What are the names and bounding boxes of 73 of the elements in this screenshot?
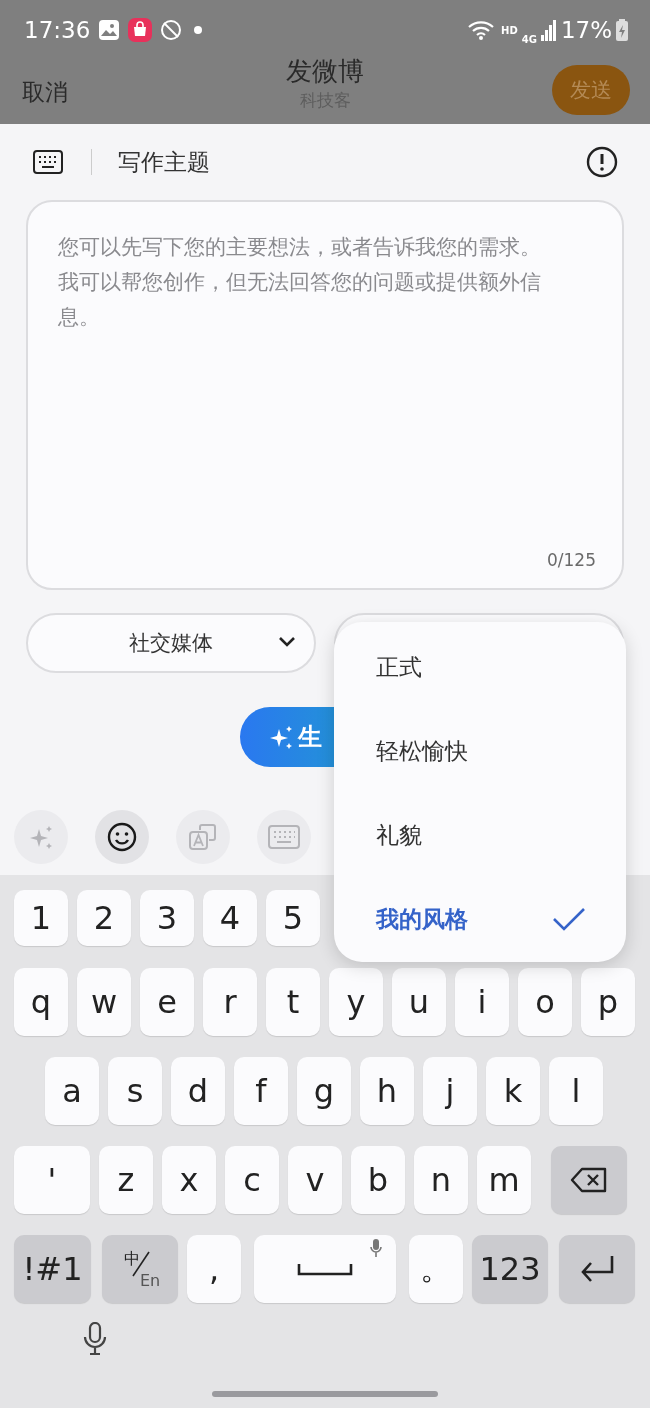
keyboard-key[interactable]: p (581, 968, 635, 1036)
keyboard-key[interactable]: j (423, 1057, 477, 1125)
keyboard-key[interactable]: o (518, 968, 572, 1036)
keyboard-key[interactable]: 3 (140, 890, 194, 946)
keyboard-key[interactable]: x (162, 1146, 216, 1214)
keyboard-key[interactable]: m (477, 1146, 531, 1214)
translate-icon (188, 822, 218, 852)
keyboard-key[interactable]: n (414, 1146, 468, 1214)
keyboard-icon (268, 825, 300, 849)
check-icon (552, 907, 586, 931)
keyboard-key[interactable]: h (360, 1057, 414, 1125)
keyboard-key[interactable]: b (351, 1146, 405, 1214)
keyboard-key[interactable]: w (77, 968, 131, 1036)
keyboard-icon[interactable] (33, 150, 63, 174)
hd-label: HD (501, 24, 518, 36)
keyboard-key[interactable]: s (108, 1057, 162, 1125)
keyboard-key[interactable]: ' (14, 1146, 90, 1214)
signal-icon (540, 19, 557, 41)
page-title: 发微博 (286, 55, 364, 88)
enter-key[interactable] (559, 1235, 635, 1303)
keyboard-key[interactable]: r (203, 968, 257, 1036)
battery-percent: 17% (560, 17, 612, 43)
network-label: 4G (521, 33, 537, 45)
enter-icon (579, 1254, 615, 1284)
keyboard-key[interactable]: z (99, 1146, 153, 1214)
blocked-icon (160, 19, 183, 41)
keyboard-key[interactable]: c (225, 1146, 279, 1214)
keyboard-key[interactable]: u (392, 968, 446, 1036)
shopping-bag-icon (128, 18, 153, 42)
keyboard-key[interactable]: , (187, 1235, 241, 1303)
keyboard-key[interactable]: f (234, 1057, 288, 1125)
dropdown[interactable]: 社交媒体 (26, 613, 316, 673)
language-switch-key[interactable]: 中 En (102, 1235, 178, 1303)
space-key[interactable] (254, 1235, 396, 1303)
keyboard-key[interactable]: i (455, 968, 509, 1036)
keyboard-key[interactable]: l (549, 1057, 603, 1125)
microphone-icon[interactable] (82, 1322, 108, 1356)
keyboard-key[interactable]: 1 (14, 890, 68, 946)
microphone-icon (370, 1239, 382, 1257)
placeholder-text: 我可以帮您创作，但无法回答您的问题或提供额外信息。 (58, 269, 542, 331)
keyboard-key[interactable]: 123 (472, 1235, 548, 1303)
keyboard-key[interactable]: a (45, 1057, 99, 1125)
toolbar-button[interactable] (95, 810, 149, 864)
keyboard-key[interactable]: y (329, 968, 383, 1036)
keyboard-key[interactable]: k (486, 1057, 540, 1125)
keyboard-key[interactable]: t (266, 968, 320, 1036)
topic-label: 写作主题 (118, 147, 210, 177)
cancel-button[interactable]: 取消 (22, 76, 68, 108)
keyboard-key[interactable]: e (140, 968, 194, 1036)
character-counter: 0/125 (547, 550, 596, 570)
space-bar-icon (297, 1262, 353, 1276)
keyboard-key[interactable]: 2 (77, 890, 131, 946)
input-field[interactable]: 您可以先写下您的主要想法，或者告诉我您的需求。 我可以帮您创作，但无法回答您的问题或提供额外信息。 0/125 (26, 200, 624, 590)
smiley-icon (107, 822, 137, 852)
keyboard-key[interactable]: 4 (203, 890, 257, 946)
battery-icon (616, 19, 628, 41)
keyboard-key[interactable]: g (297, 1057, 351, 1125)
keyboard-key[interactable]: q (14, 968, 68, 1036)
placeholder-text: 您可以先写下您的主要想法，或者告诉我您的需求。 (58, 234, 542, 261)
keyboard-key[interactable]: 。 (409, 1235, 463, 1303)
keyboard-key[interactable]: v (288, 1146, 342, 1214)
menu-item[interactable]: 礼貌 (334, 793, 626, 877)
keyboard-key[interactable]: !#1 (14, 1235, 91, 1303)
clock-time: 17:36 (24, 17, 91, 43)
image-icon (98, 19, 121, 41)
menu-item[interactable]: 我的风格 (334, 877, 626, 961)
backspace-key[interactable] (551, 1146, 627, 1214)
chevron-down-icon (278, 636, 296, 648)
menu-item[interactable]: 正式 (334, 625, 626, 709)
keyboard-key[interactable]: d (171, 1057, 225, 1125)
backspace-icon (570, 1167, 608, 1193)
info-icon[interactable] (586, 146, 618, 178)
keyboard-key[interactable]: 5 (266, 890, 320, 946)
